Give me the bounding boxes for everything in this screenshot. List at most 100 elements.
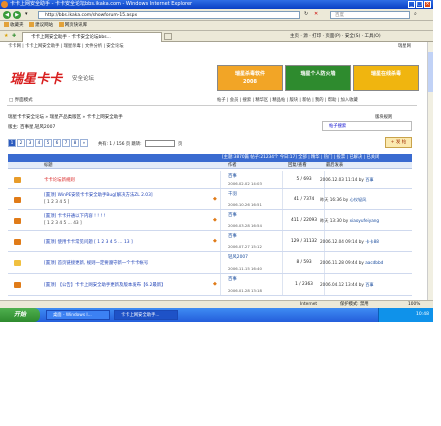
thread-row[interactable]: [置顶] 首页链接更新, 规则一定要遵守新一个卡卡帐号 轻风2007 2006.11… xyxy=(8,252,412,274)
thread-title[interactable]: [置顶] 使用卡卡常见问题 [ 1 2 3 4 5 … 13 ] xyxy=(44,239,133,245)
protected-mode[interactable]: 保护模式: 禁用 xyxy=(340,301,369,308)
minimize-button[interactable]: _ xyxy=(408,1,415,8)
page-viewport: 卡卡网 | 卡卡上网安全助手 | 瑞星杀毒 | 文件分析 | 安全论坛 瑞星网 … xyxy=(0,42,427,300)
thread-row[interactable]: [置顶] 卡卡开通以下内容 ! ! ! ! [ 1 2 3 4 5 … 43 ] ◆… xyxy=(8,210,412,231)
next-page-link[interactable]: » xyxy=(80,139,88,147)
breadcrumb[interactable]: 瑞星卡卡安全论坛 » 瑞星产品类版区 » 卡卡上网安全助手 xyxy=(8,114,123,120)
forum-nav-links[interactable]: 帖子 | 会员 | 搜索 | 精华区 | 精品帖 | 版块 | 新帖 | 我的 … xyxy=(217,97,358,103)
thread-row[interactable]: 卡卡论坛新规则 百事 2006.02.02 14:03 5 / 693 2006.12.… xyxy=(8,171,412,189)
dropdown-icon[interactable]: ▾ xyxy=(25,11,28,17)
thread-title[interactable]: [置顶] 首页链接更新, 规则一定要遵守新一个卡卡帐号 xyxy=(44,260,148,266)
thread-table-header: [主题:3870篇 帖子:21234个 今日:17] 全部 | 精华 | 热门 … xyxy=(8,154,412,162)
scrollbar-thumb[interactable] xyxy=(428,52,433,92)
forum-rules-link[interactable]: 版块规则 xyxy=(375,114,392,120)
replies-views: 41 / 7374 xyxy=(293,196,315,202)
banner-online-scan[interactable]: 瑞星在线杀毒 xyxy=(353,65,419,91)
favorites-item[interactable]: 收藏夹 xyxy=(4,21,24,31)
last-post-user[interactable]: 百事 xyxy=(365,177,373,182)
column-divider xyxy=(282,231,283,251)
attachment-icon: ◆ xyxy=(213,281,217,287)
last-post-user[interactable]: aacdbbd xyxy=(365,260,383,265)
thread-title[interactable]: [置顶] 【公告】卡卡上网安全助手更新及版本发布【6.2最新】 xyxy=(44,282,166,288)
last-post-date: 2006.12.04 09:14 xyxy=(320,238,358,244)
thread-author[interactable]: 百事 xyxy=(228,276,237,282)
thread-title[interactable]: [置顶] WinPE安装卡卡安全助手Bug[解决方法ZL 2.03] xyxy=(44,192,153,198)
search-icon[interactable]: ⌕ xyxy=(414,11,417,17)
banner-antivirus[interactable]: 瑞星杀毒软件 2008 xyxy=(217,65,283,91)
stop-icon[interactable]: ✕ xyxy=(314,11,318,17)
thread-row[interactable]: [置顶] 使用卡卡常见问题 [ 1 2 3 4 5 … 13 ] ◆ 百事 2006.… xyxy=(8,231,412,252)
forum-search-input[interactable]: 帖子搜索 xyxy=(322,121,412,131)
search-input[interactable]: 百度 xyxy=(330,11,410,19)
top-link-rising[interactable]: 瑞星网 xyxy=(398,43,411,49)
thread-title[interactable]: [置顶] 卡卡开通以下内容 ! ! ! ! xyxy=(44,213,105,219)
column-divider xyxy=(282,274,283,295)
new-tab-button[interactable] xyxy=(164,33,172,40)
last-post-by: by xyxy=(358,238,364,244)
thread-author[interactable]: 百事 xyxy=(228,233,237,239)
page-jump-input[interactable] xyxy=(145,140,175,147)
thread-date: 2006.03.28 16:54 xyxy=(228,223,262,228)
thread-row[interactable]: [置顶] 【公告】卡卡上网安全助手更新及版本发布【6.2最新】 ◆ 百事 2006.0… xyxy=(8,274,412,296)
thread-author[interactable]: 轻风2007 xyxy=(228,254,248,260)
thread-title[interactable]: 卡卡论坛新规则 xyxy=(44,177,75,183)
back-icon[interactable]: ◀ xyxy=(3,11,11,19)
thread-row[interactable]: [置顶] WinPE安装卡卡安全助手Bug[解决方法ZL 2.03] [ 1 2 … xyxy=(8,189,412,210)
maximize-button[interactable]: □ xyxy=(416,1,423,8)
last-post-user[interactable]: 心仪轻风 xyxy=(350,197,367,202)
vertical-scrollbar[interactable] xyxy=(427,42,433,300)
command-bar[interactable]: 主页 · 源 · 打印 · 页面(P) · 安全(S) · 工具(O) xyxy=(290,31,381,42)
url-input[interactable]: http://bbs.ikaka.com/showforum-15.aspx xyxy=(38,11,300,19)
favorites-item[interactable]: 建议网站 xyxy=(29,21,53,31)
page-link[interactable]: 3 xyxy=(26,139,34,147)
col-title: 标题 xyxy=(44,163,53,168)
last-post-user[interactable]: xiaoyufeiyang xyxy=(350,218,379,223)
new-post-button[interactable]: + 发 帖 xyxy=(385,137,412,148)
site-logo[interactable]: 瑞星卡卡 xyxy=(10,68,62,87)
page-link[interactable]: 4 xyxy=(35,139,43,147)
address-toolbar: ◀ ▶ ▾ http://bbs.ikaka.com/showforum-15.… xyxy=(0,9,433,21)
thread-author[interactable]: 百事 xyxy=(228,212,237,218)
last-post-user[interactable]: 卡卡88 xyxy=(365,239,379,244)
zoom-level[interactable]: 100% xyxy=(408,301,420,308)
last-post-user[interactable]: 百事 xyxy=(365,282,373,287)
thread-filters[interactable]: [主题:3870篇 帖子:21234个 今日:17] 全部 | 精华 | 热门 … xyxy=(222,154,379,162)
thread-pages[interactable]: [ 1 2 3 4 5 ] xyxy=(44,200,69,205)
page-link[interactable]: 6 xyxy=(53,139,61,147)
last-post-date: 2006.11.28 09:44 xyxy=(320,260,358,265)
taskbar: 开始 桌面 - Windows I... 卡卡上网安全助手... 10:48 xyxy=(0,308,433,322)
last-post: 2006.12.03 11:14 by 百事 xyxy=(320,177,374,183)
tab-bar: ★ ✚ 卡卡上网安全助手 - 卡卡安全论坛bbs... 主页 · 源 · 打印 … xyxy=(0,31,433,42)
page-link[interactable]: 2 xyxy=(17,139,25,147)
thread-date: 2006.01.28 13:18 xyxy=(228,288,262,293)
ui-mode-toggle[interactable]: □ 界面模式 xyxy=(9,97,33,103)
last-post-by: by xyxy=(358,260,364,265)
empty-area xyxy=(0,322,441,426)
last-post: 2006.12.04 09:14 by 卡卡88 xyxy=(320,239,379,245)
top-links[interactable]: 卡卡网 | 卡卡上网安全助手 | 瑞星杀毒 | 文件分析 | 安全论坛 xyxy=(8,43,124,49)
page-link[interactable]: 5 xyxy=(44,139,52,147)
refresh-icon[interactable]: ↻ xyxy=(304,11,308,17)
feed-icon xyxy=(58,22,64,27)
pin-icon xyxy=(14,238,21,245)
start-button[interactable]: 开始 xyxy=(0,308,40,322)
forward-icon[interactable]: ▶ xyxy=(13,11,21,19)
favorites-item[interactable]: 网页快讯库 xyxy=(58,21,87,31)
page-unit: 页 xyxy=(178,142,183,147)
last-post-date: 昨天 16:36 xyxy=(320,196,342,202)
thread-pages[interactable]: [ 1 2 3 4 5 … 43 ] xyxy=(44,221,82,226)
logo-subtitle: 安全论坛 xyxy=(72,76,95,82)
favorites-star-icon[interactable]: ★ xyxy=(4,33,8,39)
thread-author[interactable]: 千羽 xyxy=(228,191,237,197)
page-link[interactable]: 1 xyxy=(8,139,16,147)
banner-firewall[interactable]: 瑞星个人防火墙 xyxy=(285,65,351,91)
taskbar-item-active[interactable]: 卡卡上网安全助手... xyxy=(114,310,178,320)
page-link[interactable]: 8 xyxy=(71,139,79,147)
page-link[interactable]: 7 xyxy=(62,139,70,147)
taskbar-item[interactable]: 桌面 - Windows I... xyxy=(46,310,110,320)
tab-active[interactable]: 卡卡上网安全助手 - 卡卡安全论坛bbs... xyxy=(22,32,162,42)
thread-author[interactable]: 百事 xyxy=(228,173,237,179)
add-favorite-icon[interactable]: ✚ xyxy=(12,33,16,39)
close-button[interactable]: × xyxy=(424,1,431,8)
column-divider xyxy=(220,252,221,273)
